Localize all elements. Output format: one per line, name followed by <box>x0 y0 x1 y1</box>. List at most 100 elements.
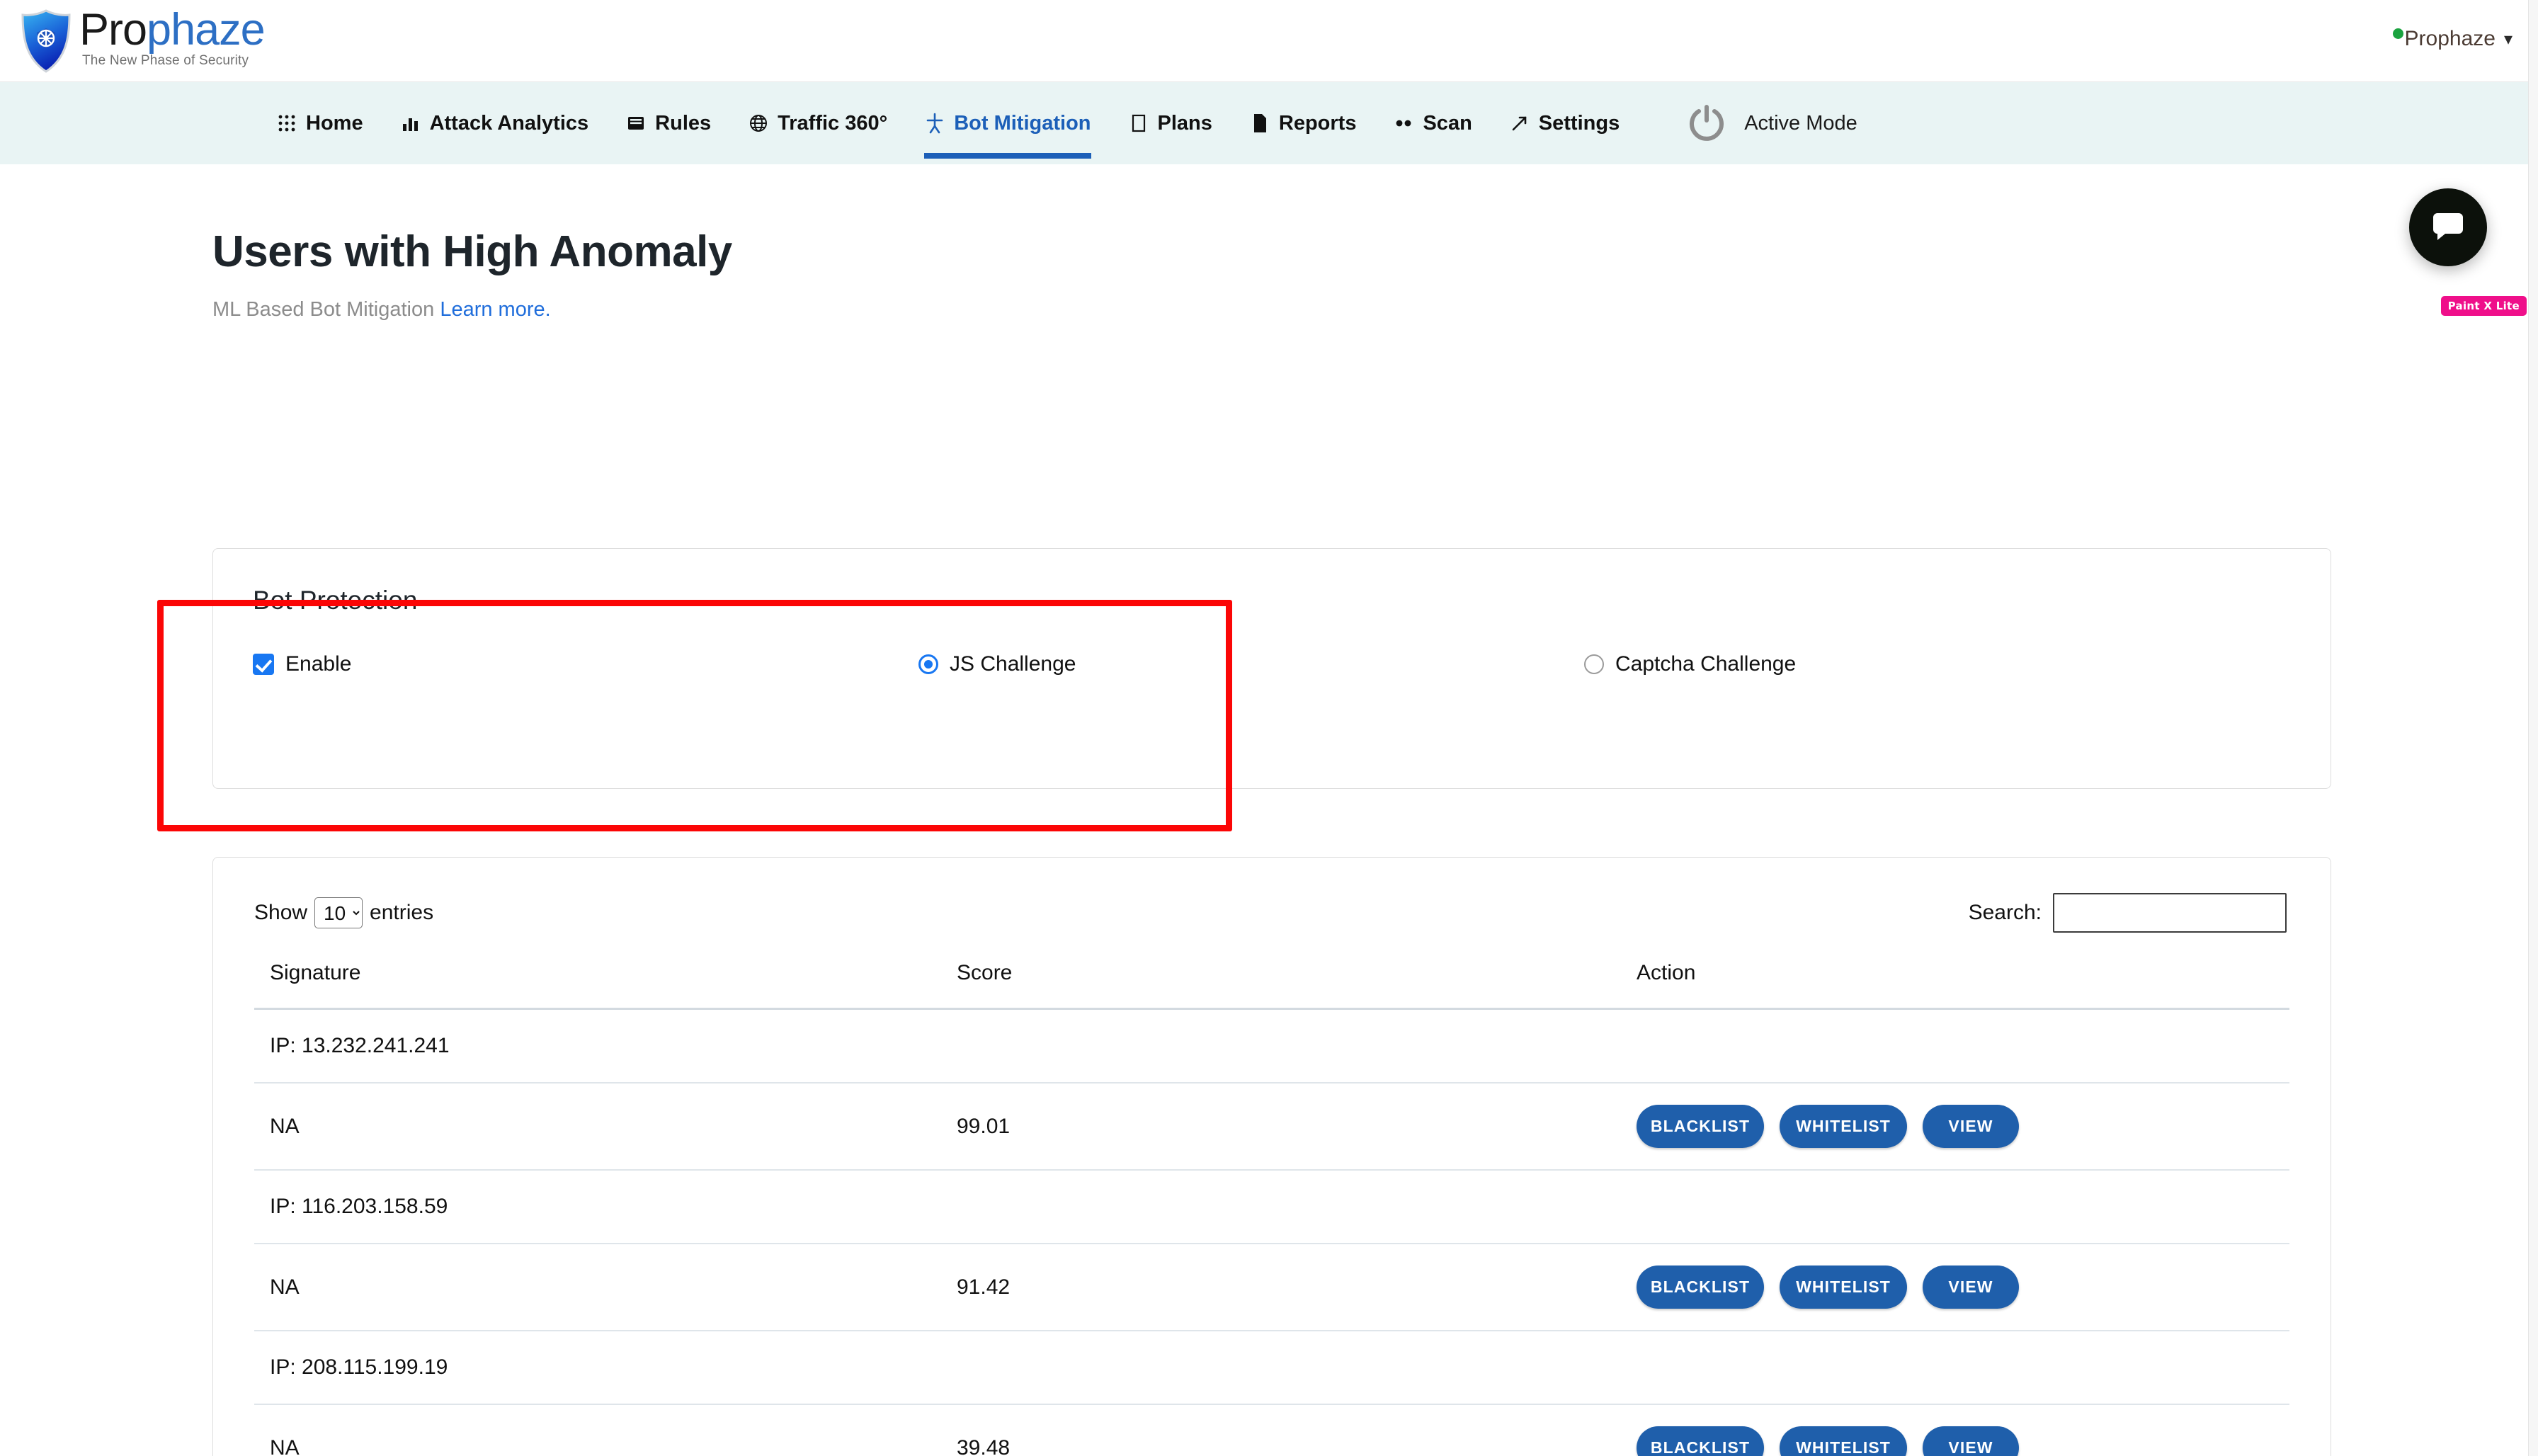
cell-action: BLACKLIST WHITELIST VIEW <box>1621 1083 2289 1170</box>
chevron-down-icon[interactable]: ▾ <box>2504 29 2513 50</box>
bot-person-icon <box>924 113 945 134</box>
chat-bubble-icon <box>2430 209 2466 246</box>
view-button[interactable]: VIEW <box>1923 1266 2019 1309</box>
nav-item-attack-analytics[interactable]: Attack Analytics <box>400 82 589 164</box>
grid-apps-icon <box>276 113 297 134</box>
scan-eyes-icon <box>1393 113 1414 134</box>
captcha-challenge-label: Captcha Challenge <box>1615 652 1796 676</box>
cell-score: 99.01 <box>941 1083 1621 1170</box>
learn-more-link[interactable]: Learn more. <box>440 298 550 321</box>
captcha-challenge-radio-row[interactable]: Captcha Challenge <box>1584 652 1796 676</box>
table-row: NA91.42 BLACKLIST WHITELIST VIEW <box>254 1244 2289 1331</box>
brand-logo[interactable]: Prophaze The New Phase of Security <box>0 8 265 74</box>
table-group-row: IP: 13.232.241.241 <box>254 1009 2289 1084</box>
nav-label-home: Home <box>306 112 363 135</box>
cell-signature: NA <box>254 1404 941 1456</box>
entries-label: entries <box>370 901 433 925</box>
cell-score: 39.48 <box>941 1404 1621 1456</box>
blacklist-button[interactable]: BLACKLIST <box>1637 1105 1764 1148</box>
globe-icon <box>748 113 769 134</box>
nav-label-attack-analytics: Attack Analytics <box>430 112 589 135</box>
action-button-group: BLACKLIST WHITELIST VIEW <box>1637 1266 2289 1309</box>
bar-chart-icon <box>400 113 421 134</box>
status-online-dot-icon <box>2393 28 2403 39</box>
table-group-label: IP: 116.203.158.59 <box>254 1170 2289 1244</box>
captcha-challenge-radio[interactable] <box>1584 654 1604 674</box>
plans-icon <box>1128 113 1149 134</box>
js-challenge-radio[interactable] <box>918 654 938 674</box>
nav-label-bot-mitigation: Bot Mitigation <box>954 112 1091 135</box>
column-header-action[interactable]: Action <box>1621 954 2289 1009</box>
whitelist-button[interactable]: WHITELIST <box>1780 1105 1907 1148</box>
brand-name: Prophaze <box>79 8 265 52</box>
table-row: NA99.01 BLACKLIST WHITELIST VIEW <box>254 1083 2289 1170</box>
cell-score: 91.42 <box>941 1244 1621 1331</box>
nav-label-settings: Settings <box>1539 112 1620 135</box>
nav-item-rules[interactable]: Rules <box>625 82 711 164</box>
action-button-group: BLACKLIST WHITELIST VIEW <box>1637 1105 2289 1148</box>
top-bar: Prophaze The New Phase of Security Proph… <box>0 0 2538 82</box>
enable-checkbox-row[interactable]: Enable <box>253 652 918 676</box>
nav-label-plans: Plans <box>1158 112 1212 135</box>
chat-widget-button[interactable] <box>2409 188 2487 266</box>
table-group-label: IP: 208.115.199.19 <box>254 1331 2289 1404</box>
view-button[interactable]: VIEW <box>1923 1426 2019 1456</box>
nav-item-traffic-360[interactable]: Traffic 360° <box>748 82 887 164</box>
table-header-row: Signature Score Action <box>254 954 2289 1009</box>
nav-item-settings[interactable]: Settings <box>1509 82 1620 164</box>
search-input[interactable] <box>2053 893 2287 933</box>
table-group-row: IP: 208.115.199.19 <box>254 1331 2289 1404</box>
blacklist-button[interactable]: BLACKLIST <box>1637 1266 1764 1309</box>
main-navigation: Home Attack Analytics Rules Traffic 360° <box>0 82 2538 164</box>
nav-item-scan[interactable]: Scan <box>1393 82 1472 164</box>
cell-signature: NA <box>254 1244 941 1331</box>
js-challenge-radio-row[interactable]: JS Challenge <box>918 652 1584 676</box>
enable-checkbox[interactable] <box>253 654 274 675</box>
table-row: NA39.48 BLACKLIST WHITELIST VIEW <box>254 1404 2289 1456</box>
cell-action: BLACKLIST WHITELIST VIEW <box>1621 1244 2289 1331</box>
nav-item-reports[interactable]: Reports <box>1249 82 1357 164</box>
page-title: Users with High Anomaly <box>212 227 2538 277</box>
cell-signature: NA <box>254 1083 941 1170</box>
cell-action: BLACKLIST WHITELIST VIEW <box>1621 1404 2289 1456</box>
page-subtitle-text: ML Based Bot Mitigation <box>212 298 434 321</box>
anomaly-table-card: Show 10 entries Search: Signature Score … <box>212 857 2331 1456</box>
nav-label-traffic-360: Traffic 360° <box>778 112 887 135</box>
active-mode-label: Active Mode <box>1744 112 1857 135</box>
bot-protection-title: Bot Protection <box>253 586 2291 615</box>
column-header-score[interactable]: Score <box>941 954 1621 1009</box>
settings-arrow-icon <box>1509 113 1530 134</box>
bot-protection-options: Enable JS Challenge Captcha Challenge <box>253 652 2291 676</box>
nav-label-rules: Rules <box>655 112 711 135</box>
bot-protection-card: Bot Protection Enable JS Challenge Captc… <box>212 548 2331 789</box>
brand-name-part2: phaze <box>147 5 265 55</box>
whitelist-button[interactable]: WHITELIST <box>1780 1426 1907 1456</box>
whitelist-button[interactable]: WHITELIST <box>1780 1266 1907 1309</box>
nav-item-plans[interactable]: Plans <box>1128 82 1212 164</box>
anomaly-table: Signature Score Action IP: 13.232.241.24… <box>254 954 2289 1456</box>
view-button[interactable]: VIEW <box>1923 1105 2019 1148</box>
brand-name-part1: Pro <box>79 5 147 55</box>
nav-item-bot-mitigation[interactable]: Bot Mitigation <box>924 82 1091 164</box>
column-header-signature[interactable]: Signature <box>254 954 941 1009</box>
show-label: Show <box>254 901 307 925</box>
nav-item-home[interactable]: Home <box>276 82 363 164</box>
page-size-select[interactable]: 10 <box>314 897 363 928</box>
rules-book-icon <box>625 113 647 134</box>
search-control: Search: <box>1969 893 2289 933</box>
shield-kubernetes-icon <box>18 8 74 74</box>
blacklist-button[interactable]: BLACKLIST <box>1637 1426 1764 1456</box>
page-content: Users with High Anomaly ML Based Bot Mit… <box>0 227 2538 322</box>
power-icon <box>1686 103 1727 144</box>
nav-label-scan: Scan <box>1423 112 1472 135</box>
table-group-row: IP: 116.203.158.59 <box>254 1170 2289 1244</box>
show-entries-control: Show 10 entries <box>254 897 433 928</box>
search-label: Search: <box>1969 901 2042 925</box>
page-scrollbar[interactable] <box>2528 0 2538 1456</box>
active-mode-toggle[interactable]: Active Mode <box>1686 103 1857 144</box>
action-button-group: BLACKLIST WHITELIST VIEW <box>1637 1426 2289 1456</box>
account-menu[interactable]: Prophaze ▾ <box>2393 27 2513 51</box>
table-group-label: IP: 13.232.241.241 <box>254 1009 2289 1084</box>
table-head: Signature Score Action <box>254 954 2289 1009</box>
page-subtitle: ML Based Bot Mitigation Learn more. <box>212 298 2538 322</box>
